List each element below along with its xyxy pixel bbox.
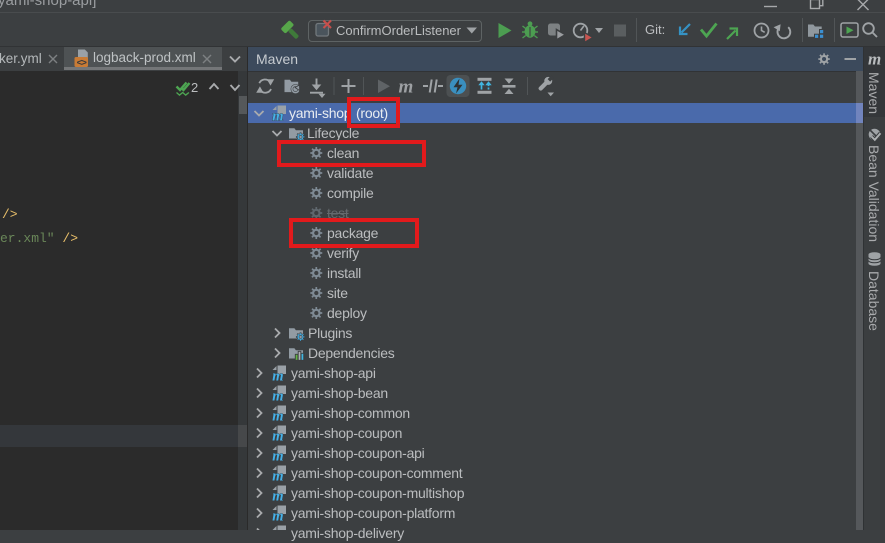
svg-text:m: m <box>399 77 414 98</box>
svg-text:<>: <> <box>77 57 88 68</box>
svg-text:m: m <box>868 50 881 69</box>
